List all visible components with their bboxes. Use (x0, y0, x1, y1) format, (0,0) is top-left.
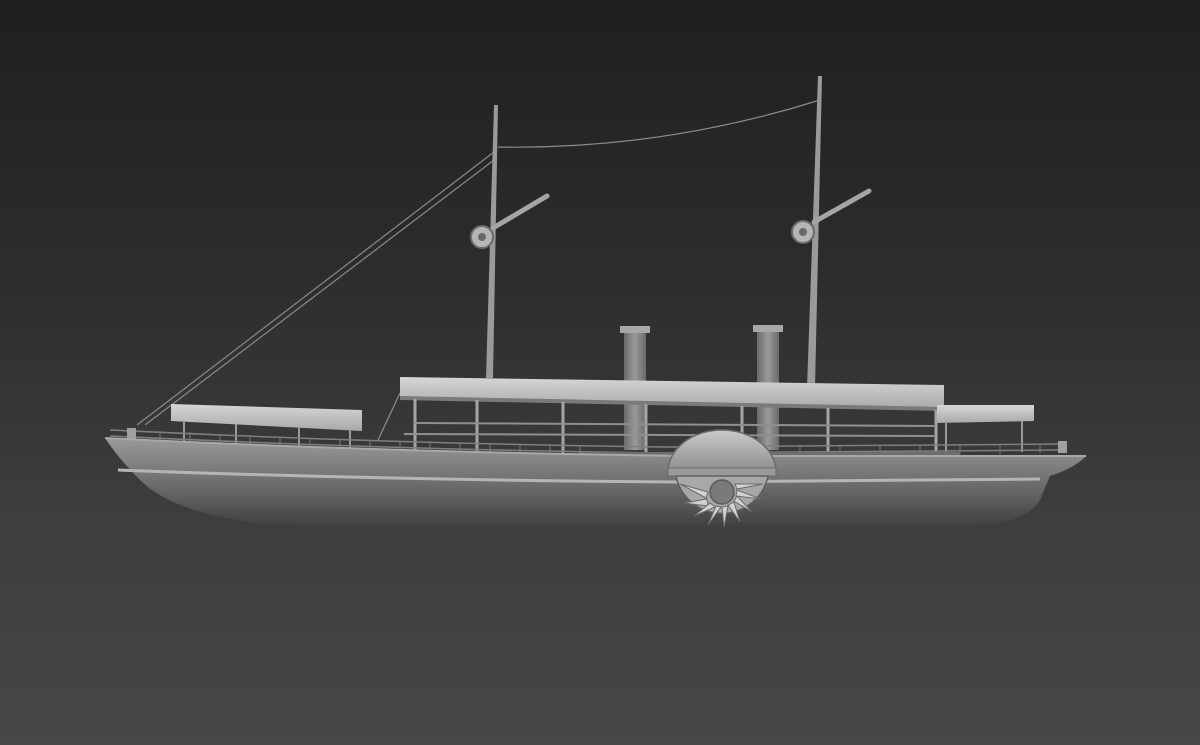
aft-awning (937, 405, 1034, 455)
bow-post (127, 428, 136, 439)
3d-viewport[interactable] (0, 0, 1200, 745)
paddle-wheel-box (667, 429, 777, 528)
fore-mast (470, 105, 550, 378)
main-awning (400, 377, 944, 461)
paddle-steamer-model (104, 76, 1086, 528)
main-mast (791, 76, 872, 388)
stern-post (1058, 441, 1067, 453)
